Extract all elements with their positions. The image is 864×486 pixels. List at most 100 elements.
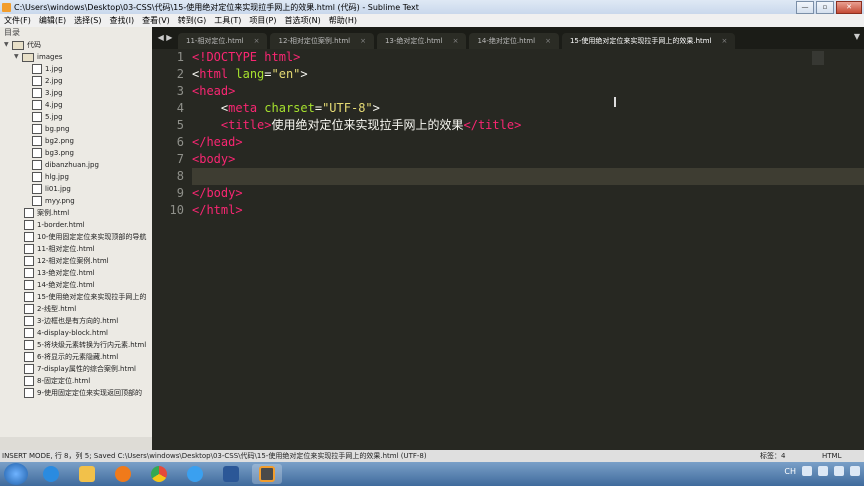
word-icon[interactable] (216, 464, 246, 484)
close-button[interactable]: ✕ (836, 1, 862, 14)
image-file-item[interactable]: 1.jpg (0, 63, 152, 75)
image-file-item[interactable]: bg2.png (0, 135, 152, 147)
image-file-item[interactable]: 2.jpg (0, 75, 152, 87)
baidu-glyph (187, 466, 203, 482)
close-tab-icon[interactable]: × (453, 33, 459, 49)
menu-file[interactable]: 文件(F) (0, 15, 35, 26)
image-file-item[interactable]: 4.jpg (0, 99, 152, 111)
folder-root[interactable]: ▼ 代码 (0, 39, 152, 51)
file-icon (24, 352, 34, 362)
editor-tab[interactable]: 14-绝对定位.html × (469, 33, 559, 49)
html-file-item[interactable]: 14-绝对定位.html (0, 279, 152, 291)
image-file-item[interactable]: li01.jpg (0, 183, 152, 195)
menu-view[interactable]: 查看(V) (138, 15, 174, 26)
menu-edit[interactable]: 编辑(E) (35, 15, 70, 26)
menu-preferences[interactable]: 首选项(N) (280, 15, 324, 26)
file-icon (24, 280, 34, 290)
media-player-icon[interactable] (108, 464, 138, 484)
image-file-item[interactable]: 3.jpg (0, 87, 152, 99)
tab-overflow-icon[interactable]: ▼ (854, 32, 860, 41)
image-file-item[interactable]: myy.png (0, 195, 152, 207)
file-icon (24, 220, 34, 230)
baidu-netdisk-icon[interactable] (180, 464, 210, 484)
window-title: C:\Users\windows\Desktop\03-CSS\代码\15-使用… (14, 2, 419, 12)
html-file-item[interactable]: 11-相对定位.html (0, 243, 152, 255)
html-file-item[interactable]: 13-绝对定位.html (0, 267, 152, 279)
file-icon (24, 388, 34, 398)
status-text: INSERT MODE, 行 8，列 5; Saved C:\Users\win… (2, 452, 427, 460)
html-file-item[interactable]: 案例.html (0, 207, 152, 219)
image-file-item[interactable]: bg3.png (0, 147, 152, 159)
ie-browser-icon[interactable] (36, 464, 66, 484)
image-file-icon (32, 100, 42, 110)
editor-tab[interactable]: 13-绝对定位.html × (376, 33, 467, 49)
tab-bar: ◀ ▶ 11-相对定位.html × 12-相对定位案例.html × 13-绝对定位.… (152, 27, 864, 49)
minimize-button[interactable]: — (796, 1, 814, 14)
line-number: 1 (176, 50, 184, 64)
image-file-icon (32, 148, 42, 158)
file-icon (24, 328, 34, 338)
editor-tab[interactable]: 12-相对定位案例.html × (270, 33, 374, 49)
html-file-item[interactable]: 5-将块级元素转换为行内元素.html (0, 339, 152, 351)
menu-help[interactable]: 帮助(H) (325, 15, 361, 26)
minimap[interactable] (812, 51, 824, 65)
folder-images[interactable]: ▼ images (0, 51, 152, 63)
menu-tools[interactable]: 工具(T) (210, 15, 245, 26)
html-file-item[interactable]: 8-固定定位.html (0, 375, 152, 387)
syntax-indicator[interactable]: HTML (822, 452, 841, 460)
html-file-item[interactable]: 12-相对定位案例.html (0, 255, 152, 267)
html-file-item[interactable]: 2-线型.html (0, 303, 152, 315)
image-file-item[interactable]: 5.jpg (0, 111, 152, 123)
chrome-browser-icon[interactable] (144, 464, 174, 484)
show-desktop-icon[interactable] (850, 466, 860, 476)
html-file-item[interactable]: 6-将显示的元素隐藏.html (0, 351, 152, 363)
image-file-item[interactable]: hlg.jpg (0, 171, 152, 183)
windows-start-icon[interactable] (4, 463, 28, 485)
close-tab-icon[interactable]: × (545, 33, 551, 49)
html-file-item[interactable]: 4-display-block.html (0, 327, 152, 339)
code-line-10: </html> (192, 203, 243, 217)
close-tab-icon[interactable]: × (360, 33, 366, 49)
menu-find[interactable]: 查找(I) (105, 15, 138, 26)
menu-project[interactable]: 项目(P) (245, 15, 280, 26)
tab-nav-arrows[interactable]: ◀ ▶ (152, 27, 178, 49)
line-number: 3 (176, 84, 184, 98)
image-file-icon (32, 172, 42, 182)
html-file-item[interactable]: 15-使用绝对定位来实现拉手网上的 (0, 291, 152, 303)
close-tab-icon[interactable]: × (254, 33, 260, 49)
line-number: 5 (176, 118, 184, 132)
html-file-item[interactable]: 1-border.html (0, 219, 152, 231)
file-explorer-icon[interactable] (72, 464, 102, 484)
html-file-item[interactable]: 9-使用固定定位来实现返回顶部的 (0, 387, 152, 399)
volume-icon[interactable] (834, 466, 844, 476)
chevron-down-icon: ▼ (14, 53, 19, 60)
editor-tab[interactable]: 15-使用绝对定位来实现拉手网上的效果.html × (561, 33, 736, 49)
editor-tab[interactable]: 11-相对定位.html × (178, 33, 268, 49)
network-icon[interactable] (818, 466, 828, 476)
html-file-item[interactable]: 10-使用固定定位来实现顶部的导航 (0, 231, 152, 243)
image-file-item[interactable]: dibanzhuan.jpg (0, 159, 152, 171)
html-file-item[interactable]: 3-边框也是有方向的.html (0, 315, 152, 327)
code-editor[interactable]: 1 2 3 4 5 6 7 8 9 10 <!DOCTYPE html> <html lang="… (152, 49, 864, 450)
menu-goto[interactable]: 转到(G) (174, 15, 210, 26)
code-line-9: </body> (192, 186, 243, 200)
image-file-item[interactable]: bg.png (0, 123, 152, 135)
input-language[interactable]: CH (784, 467, 796, 476)
file-icon (24, 316, 34, 326)
code-area[interactable]: <!DOCTYPE html> <html lang="en"> <head> … (192, 49, 864, 219)
tab-size-indicator[interactable]: 标签：4 (760, 451, 785, 461)
tray-icon[interactable] (802, 466, 812, 476)
file-icon (24, 364, 34, 374)
line-number: 10 (169, 203, 184, 217)
close-tab-icon[interactable]: × (722, 33, 728, 49)
sublime-text-taskbar-icon[interactable] (252, 464, 282, 484)
maximize-button[interactable]: ▫ (816, 1, 834, 14)
line-number: 2 (176, 67, 184, 81)
image-file-icon (32, 112, 42, 122)
tab-prev-icon[interactable]: ◀ (158, 33, 164, 42)
tab-next-icon[interactable]: ▶ (166, 33, 172, 42)
menu-selection[interactable]: 选择(S) (70, 15, 105, 26)
file-icon (24, 292, 34, 302)
image-file-icon (32, 88, 42, 98)
html-file-item[interactable]: 7-display属性的综合案例.html (0, 363, 152, 375)
